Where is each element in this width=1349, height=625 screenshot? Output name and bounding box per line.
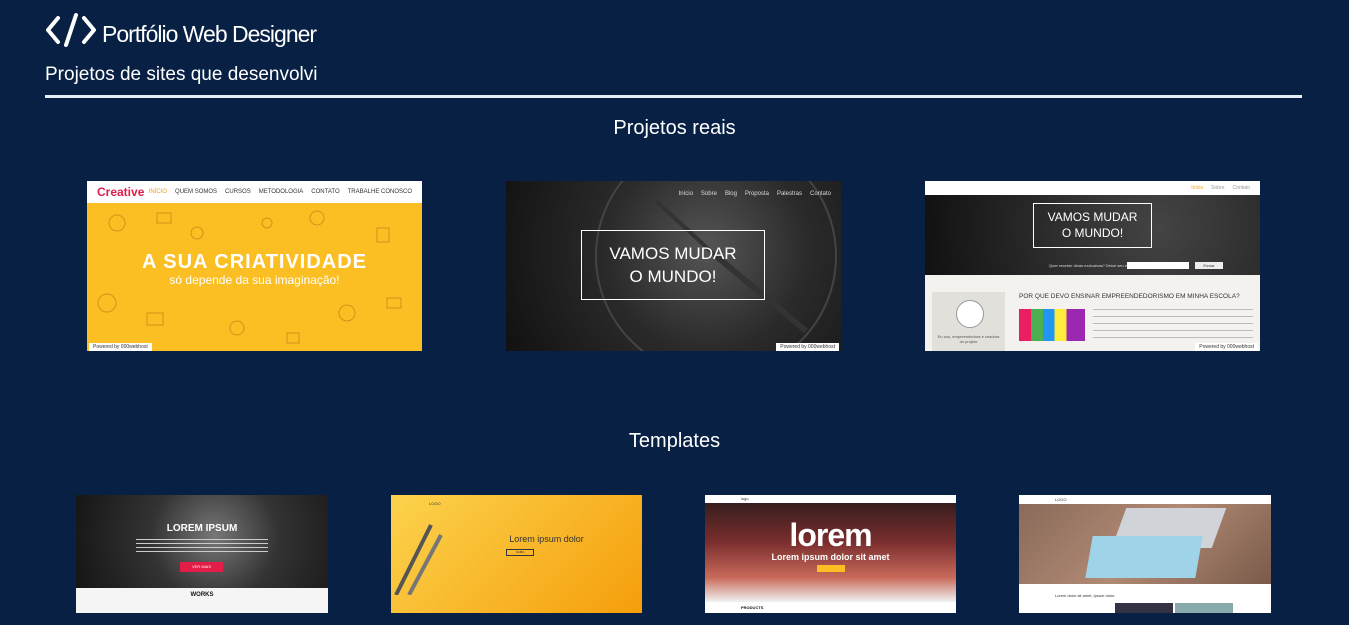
template-caption: Lorem dolor sit amet, ipsum dolor — [1055, 593, 1115, 598]
nav-item: Contato — [1232, 185, 1250, 191]
template-logo: logo — [741, 496, 749, 501]
newsletter-button: Enviar — [1195, 262, 1223, 269]
project-thumbnail-vamos-mudar[interactable]: Início Sobre Blog Proposta Palestras Con… — [506, 181, 841, 351]
nav-item: Sobre — [1211, 185, 1225, 191]
site-title: Portfólio Web Designer — [102, 21, 317, 47]
newsletter-input — [1127, 262, 1189, 269]
thumb-logo: Creative — [97, 185, 145, 199]
header-divider — [45, 95, 1302, 98]
template-text-lines — [136, 539, 268, 553]
section-title-real-projects: Projetos reais — [613, 117, 736, 139]
template-section-title: WORKS — [190, 592, 214, 598]
template-headline: Lorem ipsum dolor — [509, 534, 584, 544]
logo-row[interactable]: Portfólio Web Designer — [45, 8, 1301, 48]
post-image — [1019, 309, 1085, 341]
nav-item: Proposta — [744, 191, 769, 197]
section-title-templates: Templates — [628, 430, 721, 452]
thumb-nav: Início Sobre Blog Proposta Palestras Con… — [679, 191, 831, 197]
post-title: POR QUE DEVO ENSINAR EMPREENDEDORISMO EM… — [1019, 293, 1240, 300]
template-thumbnail-laptop-desk[interactable]: LOGO Lorem dolor sit amet, ipsum dolor — [1019, 495, 1271, 613]
template-button: VER MAIS — [180, 562, 223, 572]
nav-item: TRABALHE CONOSCO — [347, 189, 412, 195]
author-caption: Eu sou, empreendedora e criadora do proj… — [937, 334, 1000, 344]
template-headline: LOREM IPSUM — [166, 523, 238, 534]
powered-badge: Powered by 000webhost — [89, 343, 152, 351]
nav-item: Blog — [724, 191, 737, 197]
template-thumbnail-lorem-yellow[interactable]: LOGO Lorem ipsum dolor SAIBA — [391, 495, 642, 613]
template-gallery-image — [1175, 603, 1233, 613]
nav-item: Sobre — [700, 191, 717, 197]
nav-item: CONTATO — [311, 189, 340, 195]
thumb-headline-line2: O MUNDO! — [629, 267, 717, 286]
thumb-headline-line1: VAMOS MUDAR — [609, 244, 737, 263]
pencil-graphic — [394, 524, 443, 595]
thumb-tagline: só depende da sua imaginação! — [169, 273, 340, 287]
headline-box: VAMOS MUDAR O MUNDO! — [1033, 203, 1152, 248]
template-button: SAIBA — [506, 549, 534, 556]
thumb-nav: INÍCIO QUEM SOMOS CURSOS METODOLOGIA CON… — [149, 189, 412, 195]
newsletter-text: Quer receber dicas exclusivas? Deixe seu… — [1049, 263, 1136, 268]
author-card: Eu sou, empreendedora e criadora do proj… — [932, 292, 1005, 351]
thumb-headline-line2: O MUNDO! — [1061, 226, 1124, 240]
nav-item: CURSOS — [225, 189, 251, 195]
nav-item: QUEM SOMOS — [175, 189, 218, 195]
template-hero — [1019, 504, 1271, 584]
template-headline: lorem — [789, 517, 872, 553]
nav-item: Início — [1191, 185, 1204, 191]
project-thumbnail-creative[interactable]: Creative INÍCIO QUEM SOMOS CURSOS METODO… — [87, 181, 422, 351]
thumb-nav: Início Sobre Contato — [1191, 185, 1250, 191]
header: Portfólio Web Designer — [45, 8, 1301, 48]
nav-item: METODOLOGIA — [258, 189, 304, 195]
powered-badge: Powered by 000webhost — [1195, 343, 1258, 351]
powered-badge: Powered by 000webhost — [776, 343, 839, 351]
template-footer-strip: WORKS — [76, 588, 328, 613]
project-thumbnail-vamos-mudar-blog[interactable]: Início Sobre Contato VAMOS MUDAR O MUNDO… — [925, 181, 1260, 351]
thumb-headline: A SUA CRIATIVIDADE — [141, 251, 368, 273]
post-excerpt — [1093, 309, 1253, 341]
template-logo: LOGO — [429, 501, 441, 506]
thumb-headline-line1: VAMOS MUDAR — [1047, 210, 1138, 224]
avatar — [956, 300, 984, 328]
headline-box: VAMOS MUDAR O MUNDO! — [581, 230, 765, 300]
template-subheadline: Lorem ipsum dolor sit amet — [771, 552, 890, 562]
nav-item: Palestras — [776, 191, 802, 197]
nav-item: INÍCIO — [148, 189, 168, 195]
template-button — [817, 565, 845, 572]
template-footer-strip: PRODUCTS — [705, 602, 956, 613]
paper-graphic — [1085, 536, 1203, 578]
nav-item: Contato — [809, 191, 831, 197]
template-logo: LOGO — [1055, 497, 1067, 502]
template-section-title: PRODUCTS — [741, 605, 764, 610]
template-thumbnail-lorem-red[interactable]: logo lorem Lorem ipsum dolor sit amet PR… — [705, 495, 956, 613]
template-gallery-image — [1115, 603, 1173, 613]
template-thumbnail-lorem-dark[interactable]: LOREM IPSUM VER MAIS WORKS — [76, 495, 328, 613]
code-icon — [46, 13, 96, 47]
page-subtitle: Projetos de sites que desenvolvi — [45, 64, 318, 85]
nav-item: Início — [678, 191, 693, 197]
